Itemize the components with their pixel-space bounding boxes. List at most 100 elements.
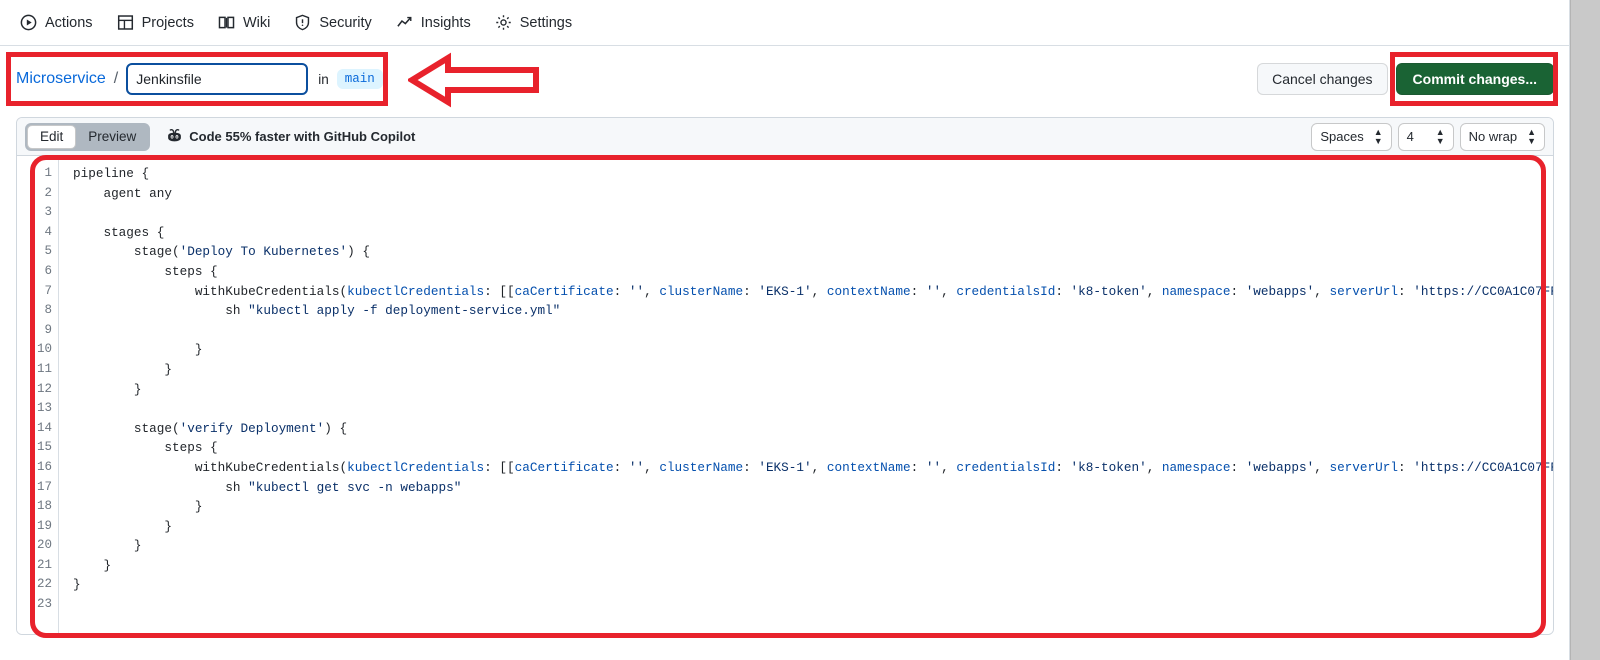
code-token: 'EKS-1' xyxy=(758,459,812,475)
code-token: , xyxy=(811,283,827,299)
line-number: 14 xyxy=(36,420,52,435)
nav-item-wiki[interactable]: Wiki xyxy=(206,10,282,35)
code-token: serverUrl xyxy=(1329,283,1398,299)
code-token: : xyxy=(1055,459,1071,475)
code-token: caCertificate xyxy=(514,459,614,475)
code-token: 'webapps' xyxy=(1245,459,1315,475)
code-token: 'k8-token' xyxy=(1070,459,1147,475)
nav-item-settings[interactable]: Settings xyxy=(483,10,584,35)
code-token: stages { xyxy=(73,224,165,240)
code-token: : xyxy=(1397,283,1414,299)
code-token: steps { xyxy=(73,440,218,456)
code-token: contextName xyxy=(826,283,911,299)
commit-changes-button[interactable]: Commit changes... xyxy=(1395,63,1554,95)
code-token: withKubeCredentials( xyxy=(73,459,348,475)
code-token: , xyxy=(941,283,957,299)
indent-size-value: 4 xyxy=(1406,129,1414,144)
code-line: sh "kubectl apply -f deployment-service.… xyxy=(73,301,1553,321)
tab-edit[interactable]: Edit xyxy=(27,124,77,149)
cancel-changes-button[interactable]: Cancel changes xyxy=(1257,63,1388,95)
code-token: 'verify Deployment' xyxy=(179,420,325,436)
line-number: 8 xyxy=(44,303,52,318)
code-line: } xyxy=(73,517,1553,537)
code-line: stage('Deploy To Kubernetes') { xyxy=(73,242,1553,262)
code-token: serverUrl xyxy=(1329,459,1398,475)
code-token: : xyxy=(743,459,759,475)
nav-item-label: Security xyxy=(319,14,372,31)
indent-mode-select[interactable]: Spaces ▲ ▼ xyxy=(1311,122,1392,151)
file-header-bar: Microservice / in main Cancel changes Co… xyxy=(0,47,1570,111)
code-token: clusterName xyxy=(659,459,744,475)
line-number: 4 xyxy=(44,224,52,239)
breadcrumb-repo-link[interactable]: Microservice xyxy=(16,70,106,88)
line-number: 21 xyxy=(36,557,52,572)
line-number: 10 xyxy=(36,342,52,357)
wrap-mode-select[interactable]: No wrap ▲ ▼ xyxy=(1459,122,1545,151)
branch-badge: main xyxy=(336,69,383,89)
code-token: : xyxy=(613,283,629,299)
code-token: : xyxy=(910,459,926,475)
code-line: agent any xyxy=(73,184,1553,204)
line-number: 6 xyxy=(44,263,52,278)
nav-item-insights[interactable]: Insights xyxy=(384,10,483,35)
code-token: namespace xyxy=(1161,459,1231,475)
line-number: 20 xyxy=(36,538,52,553)
code-token: credentialsId xyxy=(956,459,1056,475)
chevron-updown-icon: ▲ ▼ xyxy=(1527,126,1536,146)
in-label: in xyxy=(318,71,329,87)
code-token: 'https://CC0A1C07FF2B9F62C66881FB1E3CA81… xyxy=(1413,283,1553,299)
code-token: pipeline { xyxy=(73,166,150,181)
code-content[interactable]: pipeline { agent any stages { stage('Dep… xyxy=(59,156,1553,634)
code-token: 'k8-token' xyxy=(1070,283,1147,299)
code-token: , xyxy=(811,459,827,475)
line-number: 18 xyxy=(36,499,52,514)
code-token: '' xyxy=(925,459,942,475)
book-icon xyxy=(218,14,235,31)
code-token: } xyxy=(73,342,203,358)
copilot-promo-label: Code 55% faster with GitHub Copilot xyxy=(189,129,416,144)
copilot-icon xyxy=(166,128,183,146)
tab-preview[interactable]: Preview xyxy=(76,125,148,149)
code-token: steps { xyxy=(73,263,218,279)
code-token: namespace xyxy=(1161,283,1231,299)
line-number: 9 xyxy=(44,322,52,337)
code-token: sh xyxy=(73,303,249,319)
code-token: } xyxy=(73,518,172,534)
page-scrollbar[interactable] xyxy=(1570,0,1600,660)
editor-toolbar: Edit Preview Code 55% faster with GitHub… xyxy=(17,118,1553,156)
table-icon xyxy=(117,14,134,31)
code-token: } xyxy=(73,577,81,593)
code-line: stage('verify Deployment') { xyxy=(73,419,1553,439)
code-token: , xyxy=(644,283,660,299)
graph-icon xyxy=(396,14,413,31)
filename-input[interactable] xyxy=(126,63,309,95)
code-token: withKubeCredentials( xyxy=(73,283,348,299)
code-token: agent any xyxy=(73,185,172,201)
code-token: , xyxy=(1146,283,1162,299)
code-token: ) { xyxy=(324,420,348,436)
nav-item-projects[interactable]: Projects xyxy=(105,10,206,35)
nav-item-actions[interactable]: Actions xyxy=(8,10,105,35)
code-line: } xyxy=(73,556,1553,576)
code-editor-area[interactable]: 1 2 3 4 5 6 7 8 9 10 11 12 13 14 15 16 17 18 19 20 21 22 23 pi… xyxy=(17,156,1553,634)
code-token: caCertificate xyxy=(514,283,614,299)
nav-item-security[interactable]: Security xyxy=(282,10,383,35)
code-token: : [[ xyxy=(484,459,515,475)
code-token: credentialsId xyxy=(956,283,1056,299)
indent-size-select[interactable]: 4 ▲ ▼ xyxy=(1397,122,1454,151)
wrap-mode-value: No wrap xyxy=(1468,129,1518,144)
code-token: : xyxy=(1397,459,1414,475)
code-token: 'https://CC0A1C07FF2B9F62C66881FB1E3CA81… xyxy=(1413,459,1553,475)
code-token: "kubectl apply -f deployment-service.yml… xyxy=(248,303,561,319)
gear-icon xyxy=(495,14,512,31)
code-token: contextName xyxy=(826,459,911,475)
nav-item-label: Wiki xyxy=(242,14,271,31)
breadcrumb-separator: / xyxy=(113,70,119,87)
code-token: '' xyxy=(925,283,942,299)
copilot-promo[interactable]: Code 55% faster with GitHub Copilot xyxy=(166,128,415,146)
code-token: } xyxy=(73,557,112,573)
code-token: , xyxy=(1146,459,1162,475)
